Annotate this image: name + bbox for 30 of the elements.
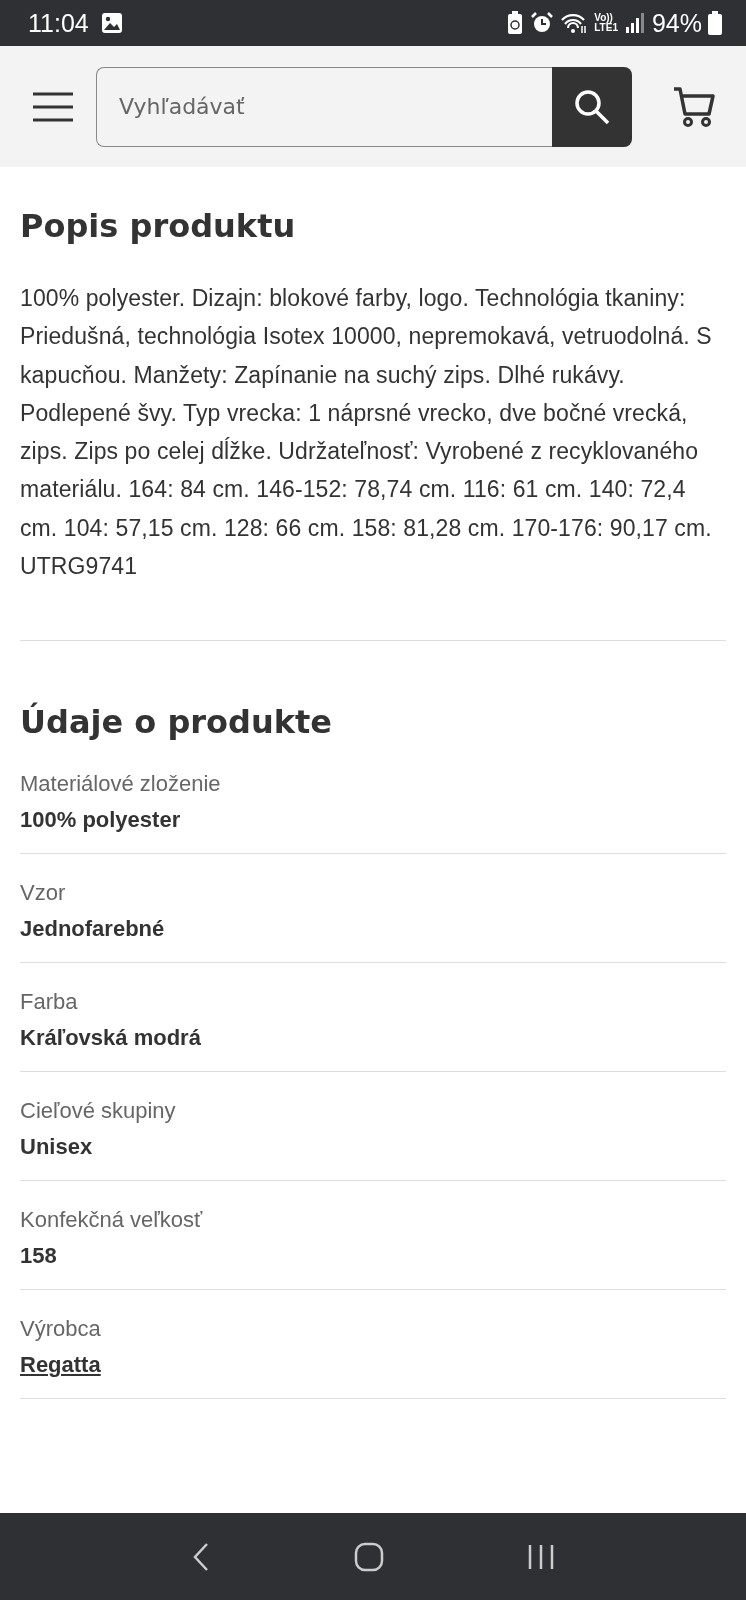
search-field[interactable]: Vyhľadávať: [96, 66, 552, 147]
section-title: Údaje o produkte: [20, 703, 334, 742]
battery-saver-icon: [506, 11, 525, 35]
detail-value: Kráľovská modrá: [20, 1025, 201, 1052]
section-title: Popis produktu: [20, 207, 297, 245]
recent-apps-icon[interactable]: [526, 1543, 555, 1570]
detail-value: 100% polyester: [20, 807, 181, 834]
detail-label: Farba: [20, 989, 79, 1016]
detail-label: Materiálové zloženie: [20, 771, 222, 798]
menu-icon[interactable]: [32, 90, 74, 123]
detail-label: Výrobca: [20, 1316, 102, 1343]
battery-icon: [708, 11, 722, 35]
detail-label: Vzor: [20, 880, 67, 907]
signal-icon: [623, 12, 646, 34]
home-icon[interactable]: [354, 1541, 384, 1572]
detail-value: Unisex: [20, 1134, 93, 1161]
detail-label: Cieľové skupiny: [20, 1098, 177, 1125]
wifi-icon: [560, 12, 589, 34]
battery-percent: 94%: [651, 8, 702, 38]
image-icon: [100, 12, 123, 34]
description-text: 100% polyester. Dizajn: blokové farby, logo. Technológia tkaniny: Priedušná, technológia Isotex 10000, nepremokavá, vetruodolná. S kapucňou. Manžety: Zapínanie na suchý zips. Dlhé rukávy. Podlepené švy. Typ vrecka: 1 náprsné vrecko, dve bočné vrecká, zips. Zips po celej dĺžke. Udržateľnosť: Vyrobené z recyklovaného materiálu. 164: 84 cm. 146-152: 78,74 cm. 116: 61 cm. 140: 72,4 cm. 104: 57,15 cm. 128: 66 cm. 158: 81,28 cm. 170-176: 90,17 cm. UTRG9741: [20, 284, 713, 582]
detail-label: Konfekčná veľkosť: [20, 1207, 204, 1234]
status-time: 11:04: [28, 8, 89, 38]
alarm-icon: [530, 11, 555, 35]
search-button[interactable]: [552, 66, 632, 147]
detail-link[interactable]: Regatta: [20, 1352, 101, 1379]
network-type: Vo)) LTE1: [594, 13, 618, 33]
cart-icon[interactable]: [672, 85, 716, 128]
detail-value: 158: [20, 1243, 57, 1270]
detail-value: Jednofarebné: [20, 916, 165, 943]
